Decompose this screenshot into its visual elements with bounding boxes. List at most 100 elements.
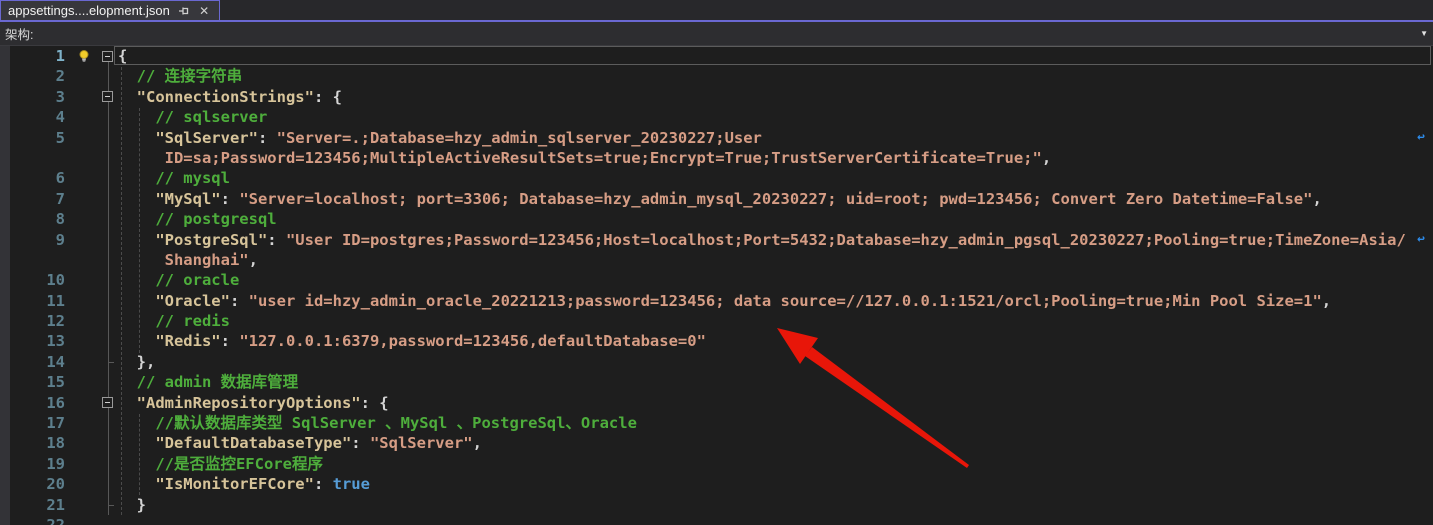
code-line[interactable]: 4// sqlserver <box>0 107 1433 127</box>
code-text: //默认数据库类型 SqlServer 、MySql 、PostgreSql、O… <box>116 413 1433 433</box>
fold-margin <box>100 495 116 515</box>
line-number <box>0 250 68 270</box>
code-line[interactable]: 3 "ConnectionStrings": { <box>0 87 1433 107</box>
token-punct: : <box>230 292 249 310</box>
token-key: "Redis" <box>155 332 220 350</box>
fold-collapse-button[interactable] <box>100 393 116 413</box>
code-text: "Redis": "127.0.0.1:6379,password=123456… <box>116 331 1433 351</box>
code-line[interactable]: 6// mysql <box>0 168 1433 188</box>
token-str: Shanghai" <box>165 251 249 269</box>
schema-label: 架构: <box>0 24 43 43</box>
code-line[interactable]: 2// 连接字符串 <box>0 66 1433 86</box>
token-comment: // oracle <box>155 271 239 289</box>
code-text: "DefaultDatabaseType": "SqlServer", <box>116 433 1433 453</box>
fold-margin <box>100 189 116 209</box>
token-punct: : <box>351 434 370 452</box>
glyph-margin <box>68 474 100 494</box>
code-line[interactable]: 12// redis <box>0 311 1433 331</box>
glyph-margin <box>68 515 100 525</box>
glyph-margin <box>68 352 100 372</box>
glyph-margin <box>68 291 100 311</box>
fold-margin <box>100 413 116 433</box>
code-line[interactable]: 5 "SqlServer": "Server=.;Database=hzy_adm… <box>0 128 1433 148</box>
code-line[interactable]: 1{ <box>0 46 1433 66</box>
fold-collapse-button[interactable] <box>100 46 116 66</box>
code-line[interactable]: 10// oracle <box>0 270 1433 290</box>
code-line[interactable]: 11"Oracle": "user id=hzy_admin_oracle_20… <box>0 291 1433 311</box>
code-text: "SqlServer": "Server=.;Database=hzy_admi… <box>116 128 1433 148</box>
line-number: 5 <box>0 128 68 148</box>
word-wrap-icon: ↩ <box>1417 128 1425 148</box>
line-number: 4 <box>0 107 68 127</box>
line-number: 21 <box>0 495 68 515</box>
code-line[interactable]: 21} <box>0 495 1433 515</box>
token-punct: } <box>137 496 146 514</box>
token-punct: , <box>1312 190 1321 208</box>
code-line[interactable]: 14}, <box>0 352 1433 372</box>
fold-margin <box>100 291 116 311</box>
glyph-margin <box>68 270 100 290</box>
line-number: 8 <box>0 209 68 229</box>
token-comment: // mysql <box>155 169 230 187</box>
fold-margin <box>100 515 116 525</box>
code-line[interactable]: 20"IsMonitorEFCore": true <box>0 474 1433 494</box>
code-line[interactable]: Shanghai", <box>0 250 1433 270</box>
line-number: 18 <box>0 433 68 453</box>
token-punct: : <box>258 129 277 147</box>
code-line[interactable]: 16"AdminRepositoryOptions": { <box>0 393 1433 413</box>
code-text: "ConnectionStrings": { <box>116 87 1433 107</box>
fold-margin <box>100 168 116 188</box>
token-key: "MySql" <box>155 190 220 208</box>
code-line[interactable]: 7"MySql": "Server=localhost; port=3306; … <box>0 189 1433 209</box>
token-comment: //默认数据库类型 SqlServer 、MySql 、PostgreSql、O… <box>155 414 637 432</box>
code-text: }, <box>116 352 1433 372</box>
token-str: "User ID=postgres;Password=123456;Host=l… <box>286 231 1406 249</box>
glyph-margin <box>68 148 100 168</box>
code-text: // mysql <box>116 168 1433 188</box>
line-number: 3 <box>0 87 68 107</box>
code-line[interactable]: ID=sa;Password=123456;MultipleActiveResu… <box>0 148 1433 168</box>
editor-tab-appsettings[interactable]: appsettings....elopment.json ✕ <box>0 0 220 20</box>
code-line[interactable]: 17//默认数据库类型 SqlServer 、MySql 、PostgreSql… <box>0 413 1433 433</box>
code-text: //是否监控EFCore程序 <box>116 454 1433 474</box>
token-key: "PostgreSql" <box>155 231 267 249</box>
editor[interactable]: 1{2// 连接字符串3 "ConnectionStrings": {4// sq… <box>0 46 1433 525</box>
token-punct: { <box>118 47 127 65</box>
code-text: "Oracle": "user id=hzy_admin_oracle_2022… <box>116 291 1433 311</box>
token-comment: // 连接字符串 <box>137 67 243 85</box>
code-text: ID=sa;Password=123456;MultipleActiveResu… <box>116 148 1433 168</box>
pin-icon[interactable] <box>177 4 191 18</box>
schema-dropdown[interactable]: ▼ <box>43 22 1433 45</box>
token-punct: : <box>267 231 286 249</box>
line-number: 9 <box>0 230 68 250</box>
glyph-margin <box>68 189 100 209</box>
glyph-margin <box>68 107 100 127</box>
code-line[interactable]: 15// admin 数据库管理 <box>0 372 1433 392</box>
token-comment: // admin 数据库管理 <box>137 373 299 391</box>
token-punct: , <box>473 434 482 452</box>
fold-margin <box>100 107 116 127</box>
token-punct: , <box>1322 292 1331 310</box>
fold-margin <box>100 66 116 86</box>
tab-title: appsettings....elopment.json <box>8 3 170 18</box>
code-line[interactable]: 13"Redis": "127.0.0.1:6379,password=1234… <box>0 331 1433 351</box>
token-str: "user id=hzy_admin_oracle_20221213;passw… <box>249 292 1322 310</box>
fold-margin <box>100 250 116 270</box>
glyph-margin <box>68 413 100 433</box>
token-str: ID=sa;Password=123456;MultipleActiveResu… <box>165 149 1042 167</box>
code-line[interactable]: 19//是否监控EFCore程序 <box>0 454 1433 474</box>
code-text: "AdminRepositoryOptions": { <box>116 393 1433 413</box>
chevron-down-icon: ▼ <box>1420 29 1428 38</box>
code-line[interactable]: 18 "DefaultDatabaseType": "SqlServer", <box>0 433 1433 453</box>
lightbulb-icon[interactable] <box>68 46 100 66</box>
fold-collapse-button[interactable] <box>100 87 116 107</box>
token-comment: // postgresql <box>155 210 276 228</box>
code-line[interactable]: 9 "PostgreSql": "User ID=postgres;Passwor… <box>0 230 1433 250</box>
code-line[interactable]: 22 <box>0 515 1433 525</box>
fold-margin <box>100 454 116 474</box>
glyph-margin <box>68 168 100 188</box>
glyph-margin <box>68 331 100 351</box>
code-line[interactable]: 8 // postgresql <box>0 209 1433 229</box>
code-text: "IsMonitorEFCore": true <box>116 474 1433 494</box>
close-icon[interactable]: ✕ <box>197 4 211 18</box>
